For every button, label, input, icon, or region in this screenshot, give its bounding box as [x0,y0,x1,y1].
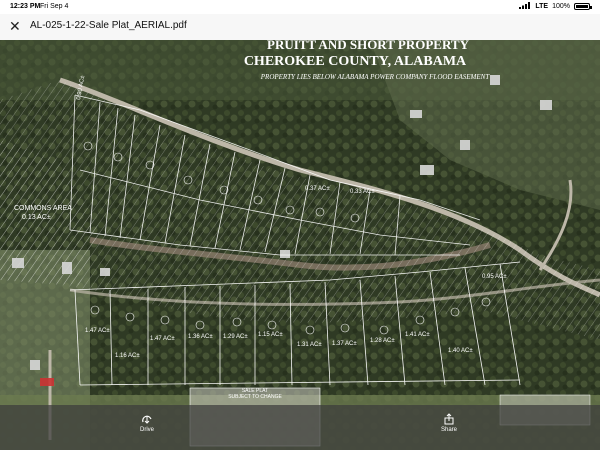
lot-acreage: 0.33 AC± [350,189,375,195]
subject-to-change-label: SUBJECT TO CHANGE [228,394,282,400]
status-right: LTE 100% [519,2,592,11]
nav-bar: ✕ AL-025-1-22-Sale Plat_AERIAL.pdf [0,14,600,41]
lot-acreage: 1.29 AC± [223,334,248,340]
lot-acreage: 1.37 AC± [332,341,357,347]
lot-acreage: 1.28 AC± [370,338,395,344]
network-type: LTE [535,3,549,10]
battery-percent: 100% [552,3,570,10]
lot-acreage: 1.47 AC± [85,328,110,334]
lot-acreage: 1.47 AC± [150,336,175,342]
drive-button[interactable]: Drive [140,413,154,433]
drive-label: Drive [140,427,155,433]
share-button[interactable]: Share [441,413,457,433]
aerial-plat-image: PRUITT AND SHORT PROPERTY CHEROKEE COUNT… [0,40,600,450]
bottom-toolbar: Drive Share [0,405,600,450]
status-date: Fri Sep 4 [40,3,69,10]
share-icon [444,413,454,425]
lot-acreage: 1.41 AC± [405,332,430,338]
signal-icon [519,2,531,11]
lot-acreage: 1.16 AC± [115,353,140,359]
common-area-label: COMMONS AREA [14,205,72,212]
lot-acreage: 1.40 AC± [448,348,473,354]
lot-acreage: 0.95 AC± [482,274,507,280]
lot-acreage: 1.36 AC± [188,334,213,340]
lot-acreage: 1.31 AC± [297,342,322,348]
lot-acreage: 0.37 AC± [305,186,330,192]
plat-title-2: CHEROKEE COUNTY, ALABAMA [244,54,467,69]
plat-title-1: PRUITT AND SHORT PROPERTY [267,40,470,52]
common-area-acres: 0.13 AC± [22,214,51,221]
lot-acreage: 1.15 AC± [258,332,283,338]
drive-icon [142,415,152,424]
status-time: 12:23 PM [10,3,41,10]
battery-icon [574,3,592,10]
status-bar: 12:23 PM Fri Sep 4 LTE 100% [0,0,600,14]
document-title: AL-025-1-22-Sale Plat_AERIAL.pdf [30,20,187,31]
plat-subtitle: PROPERTY LIES BELOW ALABAMA POWER COMPAN… [260,73,491,81]
close-icon[interactable]: ✕ [9,18,21,34]
share-label: Share [441,427,458,433]
